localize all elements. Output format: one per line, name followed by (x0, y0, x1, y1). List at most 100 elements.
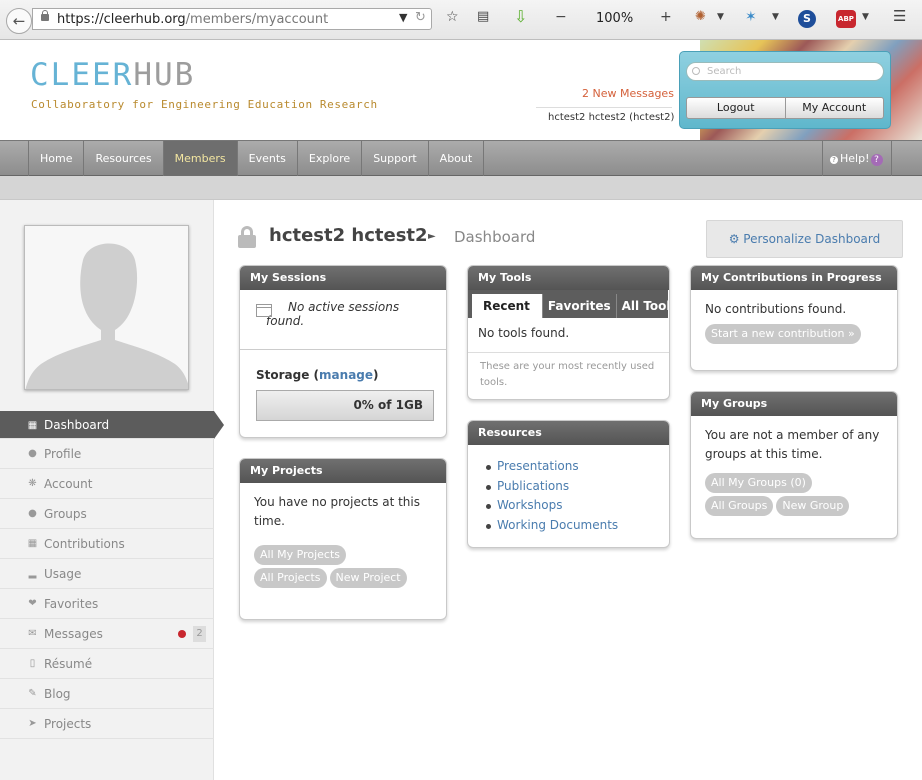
nav-about[interactable]: About (429, 141, 485, 176)
nav-events[interactable]: Events (238, 141, 298, 176)
nav-home[interactable]: Home (29, 141, 85, 176)
resource-item: Working Documents (482, 516, 655, 536)
url-path: /members/myaccount (185, 12, 329, 27)
all-my-projects-button[interactable]: All My Projects (254, 545, 346, 565)
nav-resources[interactable]: Resources (84, 141, 164, 176)
reading-list-icon[interactable]: ▤ (477, 9, 489, 24)
help-button[interactable]: ? Help!? (822, 141, 892, 176)
logout-button[interactable]: Logout (686, 97, 786, 119)
tab-all-tools[interactable]: All Tools (615, 294, 669, 318)
tab-favorites[interactable]: Favorites (541, 294, 616, 318)
download-icon[interactable]: ⇩ (514, 7, 527, 26)
workshops-link[interactable]: Workshops (497, 498, 562, 512)
zoom-level[interactable]: 100% (596, 11, 633, 26)
help-question-icon: ? (870, 154, 883, 166)
messages-count-badge: 2 (193, 626, 206, 642)
url-host: https://cleerhub.org (57, 12, 186, 27)
dashboard-main: hctest2 hctest2 ► Dashboard ⚙ Personaliz… (214, 200, 922, 780)
new-project-button[interactable]: New Project (329, 568, 407, 588)
all-projects-button[interactable]: All Projects (254, 568, 327, 588)
start-contribution-button[interactable]: Start a new contribution » (705, 324, 861, 344)
menu-messages[interactable]: ✉ Messages 2 (0, 619, 214, 649)
menu-label: Résumé (44, 657, 93, 671)
menu-projects[interactable]: ➤ Projects (0, 709, 214, 739)
person-icon: ● (28, 448, 37, 459)
profile-photo[interactable] (24, 225, 189, 390)
addon-bug-icon[interactable]: ✺ (695, 9, 706, 24)
menu-usage[interactable]: ▂ Usage (0, 559, 214, 589)
contributions-icon: ▦ (27, 538, 38, 549)
blog-icon: ✎ (28, 688, 37, 699)
reload-icon[interactable]: ↻ (415, 10, 426, 25)
search-placeholder: Search (707, 66, 742, 77)
back-icon[interactable]: ← (6, 8, 32, 34)
menu-icon[interactable]: ☰ (893, 7, 906, 25)
zoom-in-icon[interactable]: + (660, 9, 672, 25)
menu-account[interactable]: ❋ Account (0, 469, 214, 499)
menu-contributions[interactable]: ▦ Contributions (0, 529, 214, 559)
breadcrumb: Dashboard (454, 228, 536, 246)
envelope-icon: ✉ (28, 628, 37, 639)
groups-empty: You are not a member of any groups at th… (705, 428, 880, 461)
presentations-link[interactable]: Presentations (497, 459, 579, 473)
nav-members[interactable]: Members (163, 141, 238, 176)
module-title: My Groups (691, 392, 897, 416)
menu-label: Projects (44, 717, 92, 731)
menu-profile[interactable]: ● Profile (0, 439, 214, 469)
addon-dropdown-icon[interactable]: ▼ (717, 12, 724, 22)
member-sidebar: ▦ Dashboard ● Profile ❋ Account ● Groups ▦ Co… (0, 200, 224, 780)
module-title: My Contributions in Progress (691, 266, 897, 290)
menu-label: Contributions (44, 537, 125, 551)
sub-nav-bar (0, 176, 922, 200)
my-groups-module: My Groups You are not a member of any gr… (690, 391, 898, 539)
url-text[interactable]: https://cleerhub.org/members/myaccount (57, 12, 328, 27)
nav-explore[interactable]: Explore (298, 141, 363, 176)
site-tagline: Collaboratory for Engineering Education … (31, 98, 378, 111)
url-dropdown-icon[interactable]: ▼ (399, 11, 407, 24)
session-window-icon (256, 304, 272, 317)
grid-icon: ▦ (27, 420, 38, 431)
module-title: My Tools (468, 266, 669, 290)
module-title: My Projects (240, 459, 446, 483)
new-group-button[interactable]: New Group (776, 496, 850, 516)
adblock-icon[interactable]: ABP (836, 10, 856, 28)
tab-recent[interactable]: Recent (472, 294, 542, 318)
sessions-empty: No active sessions found. (266, 300, 400, 328)
storage-meter: 0% of 1GB (256, 390, 434, 421)
s-addon-icon[interactable]: S (798, 10, 816, 28)
logo-cleer: CLEER (30, 57, 134, 93)
dashboard-menu: ▦ Dashboard ● Profile ❋ Account ● Groups ▦ Co… (0, 411, 224, 739)
menu-favorites[interactable]: ❤ Favorites (0, 589, 214, 619)
adblock-dropdown-icon[interactable]: ▼ (862, 12, 869, 22)
menu-blog[interactable]: ✎ Blog (0, 679, 214, 709)
working-documents-link[interactable]: Working Documents (497, 518, 618, 532)
address-bar[interactable]: https://cleerhub.org/members/myaccount ▼… (32, 8, 432, 30)
my-contributions-module: My Contributions in Progress No contribu… (690, 265, 898, 371)
avatar-silhouette-icon (25, 226, 188, 389)
search-icon (692, 67, 700, 75)
menu-groups[interactable]: ● Groups (0, 499, 214, 529)
menu-label: Account (44, 477, 93, 491)
star-icon[interactable]: ☆ (446, 9, 459, 25)
my-sessions-module: My Sessions No active sessions found. St… (239, 265, 447, 438)
search-input[interactable]: Search (686, 62, 884, 81)
publications-link[interactable]: Publications (497, 479, 569, 493)
menu-resume[interactable]: ▯ Résumé (0, 649, 214, 679)
my-account-button[interactable]: My Account (785, 97, 884, 119)
all-my-groups-button[interactable]: All My Groups (0) (705, 473, 812, 493)
zoom-out-icon[interactable]: − (555, 9, 567, 25)
site-logo[interactable]: CLEERHUB (30, 59, 195, 92)
menu-label: Groups (44, 507, 87, 521)
network-icon[interactable]: ✶ (745, 9, 757, 25)
all-groups-button[interactable]: All Groups (705, 496, 774, 516)
menu-dashboard[interactable]: ▦ Dashboard (0, 411, 224, 439)
page-title: hctest2 hctest2 (269, 225, 428, 246)
usage-icon: ▂ (28, 568, 37, 579)
network-dropdown-icon[interactable]: ▼ (772, 12, 779, 22)
manage-storage-link[interactable]: manage (319, 368, 373, 382)
personalize-dashboard-button[interactable]: ⚙ Personalize Dashboard (706, 220, 903, 258)
nav-support[interactable]: Support (362, 141, 429, 176)
storage-label: Storage (manage) (256, 368, 379, 382)
lock-icon (41, 10, 49, 21)
new-messages-link[interactable]: 2 New Messages (582, 87, 674, 100)
